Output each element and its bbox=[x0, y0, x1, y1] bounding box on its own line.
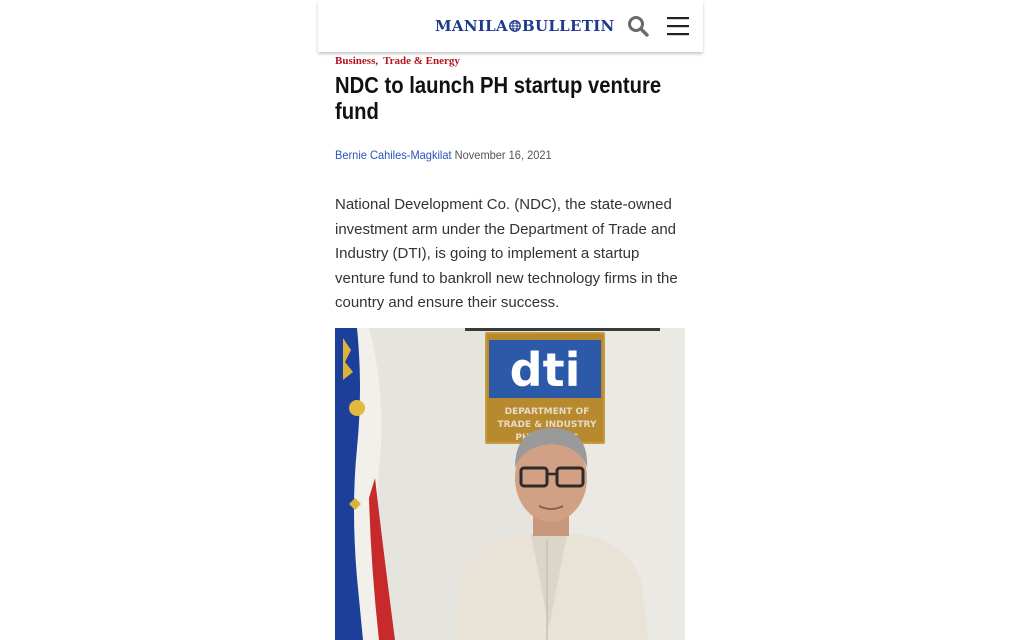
globe-icon bbox=[509, 20, 521, 32]
article-byline: Bernie Cahiles-Magkilat November 16, 202… bbox=[335, 148, 657, 162]
author-link[interactable]: Bernie Cahiles-Magkilat bbox=[335, 148, 452, 162]
site-header: MANILA BULLETIN bbox=[318, 0, 703, 52]
photo-illustration: dti DEPARTMENT OF TRADE & INDUSTRY PHILI… bbox=[335, 328, 685, 640]
publish-date: November 16, 2021 bbox=[454, 148, 552, 162]
page: MANILA BULLETIN Business, Trade & Energy… bbox=[0, 0, 1024, 640]
article-categories: Business, Trade & Energy bbox=[335, 54, 685, 68]
article-photo: dti DEPARTMENT OF TRADE & INDUSTRY PHILI… bbox=[335, 328, 685, 640]
search-icon bbox=[628, 16, 649, 37]
article-title: NDC to launch PH startup venture fund bbox=[335, 72, 662, 124]
article: Business, Trade & Energy NDC to launch PH… bbox=[335, 52, 685, 331]
category-link-trade-energy[interactable]: Trade & Energy bbox=[383, 55, 460, 67]
search-button[interactable] bbox=[626, 14, 650, 38]
dti-sign: dti DEPARTMENT OF TRADE & INDUSTRY PHILI… bbox=[485, 332, 605, 444]
logo-text-manila: MANILA bbox=[435, 17, 508, 35]
site-logo[interactable]: MANILA BULLETIN bbox=[435, 16, 615, 36]
article-lede: National Development Co. (NDC), the stat… bbox=[335, 196, 678, 311]
menu-button[interactable] bbox=[666, 15, 690, 37]
svg-text:DEPARTMENT OF: DEPARTMENT OF bbox=[505, 407, 590, 417]
category-link-business[interactable]: Business, bbox=[335, 55, 378, 67]
logo-text-bulletin: BULLETIN bbox=[521, 17, 615, 35]
svg-text:dti: dti bbox=[510, 343, 581, 397]
hamburger-menu-icon bbox=[667, 17, 689, 36]
